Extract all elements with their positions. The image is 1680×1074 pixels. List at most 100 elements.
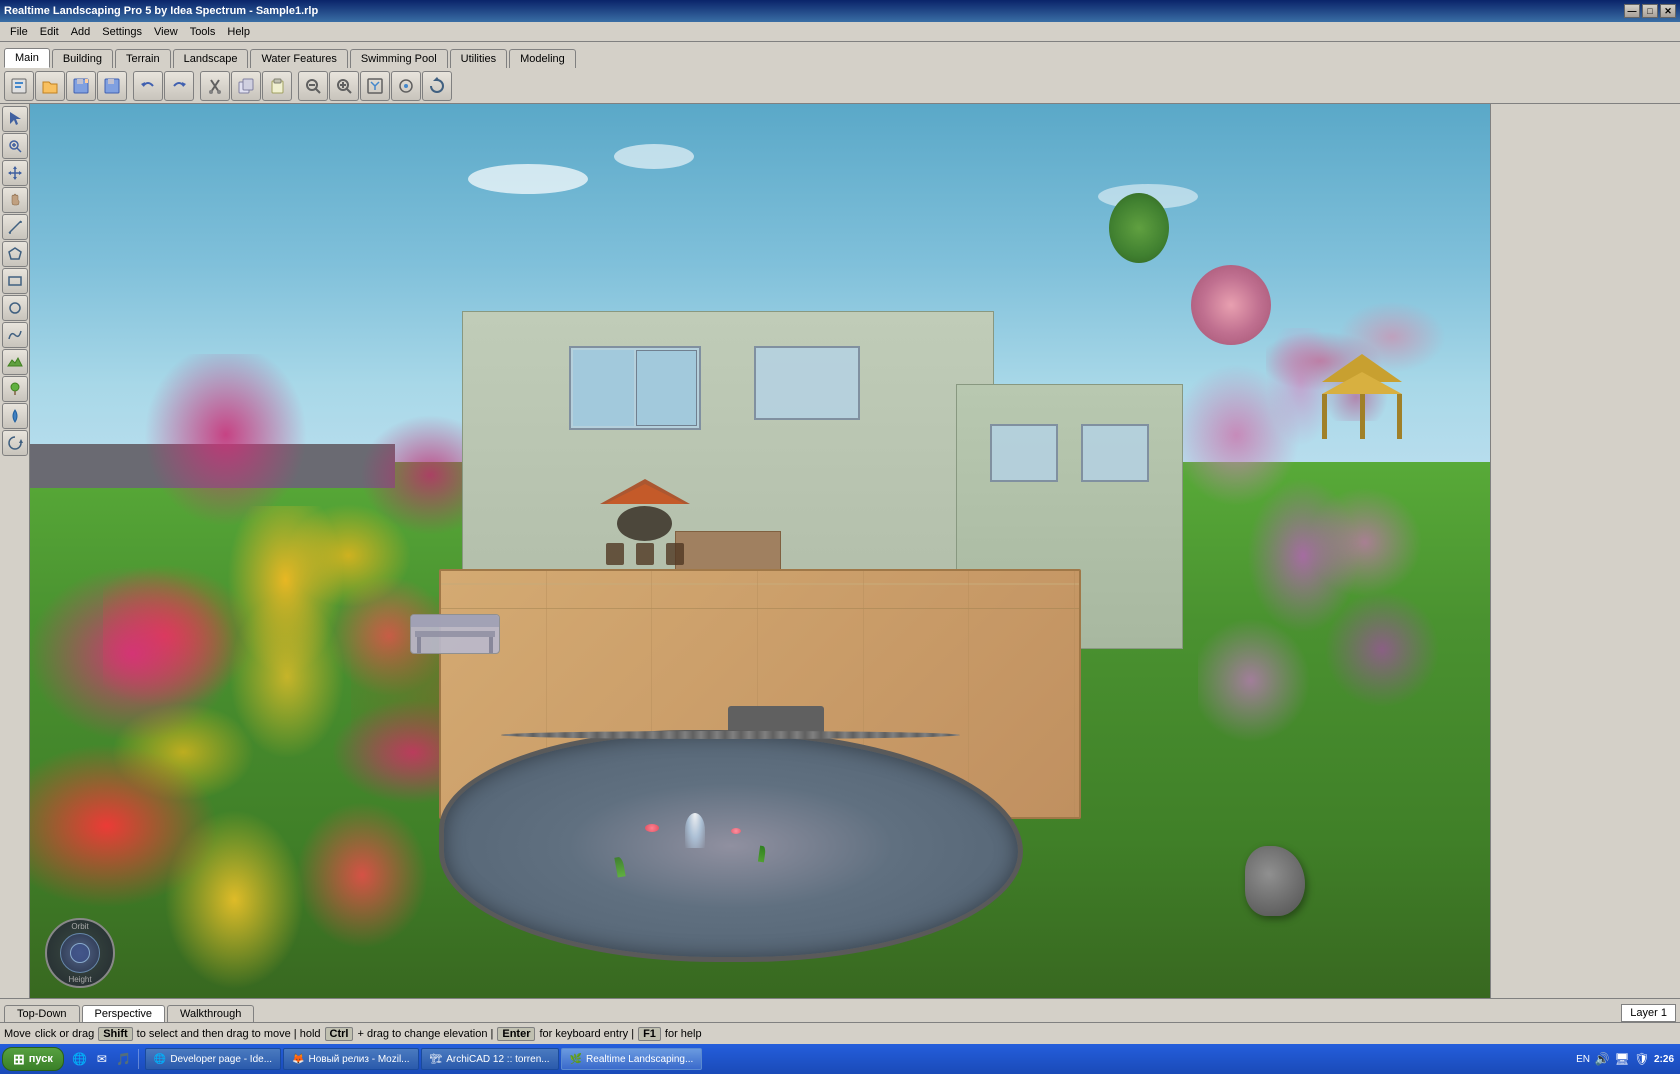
- ql-media[interactable]: 🎵: [114, 1049, 134, 1069]
- tab-swimming-pool[interactable]: Swimming Pool: [350, 49, 448, 68]
- bottom-tab-bar: Top-Down Perspective Walkthrough Layer 1: [0, 998, 1680, 1022]
- 3d-scene: Orbit Height: [30, 104, 1490, 998]
- tab-water-features[interactable]: Water Features: [250, 49, 347, 68]
- status-instruction5: for help: [665, 1028, 702, 1040]
- toolbar-save-as[interactable]: [66, 71, 96, 101]
- toolbar: [0, 68, 1680, 104]
- tab-utilities[interactable]: Utilities: [450, 49, 507, 68]
- sidebar-hand[interactable]: [2, 187, 28, 213]
- tab-top-down[interactable]: Top-Down: [4, 1005, 80, 1022]
- status-instruction3: + drag to change elevation |: [357, 1028, 493, 1040]
- sidebar-measure[interactable]: [2, 214, 28, 240]
- sidebar-reset[interactable]: [2, 430, 28, 456]
- sidebar-draw-path[interactable]: [2, 322, 28, 348]
- title-bar: Realtime Landscaping Pro 5 by Idea Spect…: [0, 0, 1680, 22]
- status-instruction2: to select and then drag to move | hold: [137, 1028, 321, 1040]
- tree-pink: [1191, 265, 1271, 345]
- menu-add[interactable]: Add: [65, 24, 97, 40]
- maximize-button[interactable]: □: [1642, 4, 1658, 18]
- tab-landscape[interactable]: Landscape: [173, 49, 249, 68]
- sidebar-water-tool[interactable]: [2, 403, 28, 429]
- tab-building[interactable]: Building: [52, 49, 113, 68]
- key-shift: Shift: [98, 1027, 132, 1041]
- taskbar-firefox[interactable]: 🦊 Новый релиз - Mozil...: [283, 1048, 418, 1070]
- taskbar-firefox-label: Новый релиз - Mozil...: [309, 1054, 410, 1065]
- tab-terrain[interactable]: Terrain: [115, 49, 171, 68]
- key-f1: F1: [638, 1027, 661, 1041]
- toolbar-zoom-fit[interactable]: [360, 71, 390, 101]
- orbit-label: Orbit: [60, 922, 100, 931]
- toolbar-zoom-out[interactable]: [298, 71, 328, 101]
- sidebar-terrain-tool[interactable]: [2, 349, 28, 375]
- sidebar-draw-poly[interactable]: [2, 241, 28, 267]
- menu-edit[interactable]: Edit: [34, 24, 65, 40]
- key-enter: Enter: [497, 1027, 535, 1041]
- taskbar-archicad-label: ArchiCAD 12 :: torren...: [446, 1054, 549, 1065]
- taskbar-realtime[interactable]: 🌿 Realtime Landscaping...: [561, 1048, 703, 1070]
- viewport[interactable]: Orbit Height: [30, 104, 1490, 998]
- height-label: Height: [60, 975, 100, 984]
- toolbar-open[interactable]: [35, 71, 65, 101]
- sidebar-draw-rect[interactable]: [2, 268, 28, 294]
- left-sidebar: [0, 104, 30, 998]
- pond: [439, 730, 1023, 962]
- menu-view[interactable]: View: [148, 24, 184, 40]
- sidebar-draw-circle[interactable]: [2, 295, 28, 321]
- menu-bar: File Edit Add Settings View Tools Help: [0, 22, 1680, 42]
- windows-taskbar: ⊞ пуск 🌐 ✉ 🎵 🌐 Developer page - Ide... 🦊…: [0, 1044, 1680, 1074]
- sidebar-pan[interactable]: [2, 160, 28, 186]
- system-tray: EN 🔊 🖥 🛡 2:26: [1576, 1051, 1678, 1067]
- status-bar: Move click or drag Shift to select and t…: [0, 1022, 1680, 1044]
- compass-display[interactable]: Orbit Height: [45, 918, 115, 988]
- navigation-compass[interactable]: Orbit Height: [45, 918, 115, 988]
- patio-furniture: [585, 479, 705, 579]
- tab-walkthrough[interactable]: Walkthrough: [167, 1005, 254, 1022]
- window-title: Realtime Landscaping Pro 5 by Idea Spect…: [4, 5, 318, 17]
- menu-settings[interactable]: Settings: [96, 24, 148, 40]
- tab-main[interactable]: Main: [4, 48, 50, 68]
- layer-indicator: Layer 1: [1621, 1004, 1676, 1022]
- taskbar-archicad[interactable]: 🏗 ArchiCAD 12 :: torren...: [421, 1048, 559, 1070]
- toolbar-new[interactable]: [4, 71, 34, 101]
- toolbar-undo[interactable]: [133, 71, 163, 101]
- start-button[interactable]: ⊞ пуск: [2, 1047, 64, 1071]
- minimize-button[interactable]: —: [1624, 4, 1640, 18]
- menu-tools[interactable]: Tools: [184, 24, 222, 40]
- tray-network[interactable]: 🖥: [1614, 1051, 1630, 1067]
- tab-bar: Main Building Terrain Landscape Water Fe…: [0, 42, 1680, 68]
- toolbar-save[interactable]: [97, 71, 127, 101]
- window-controls: — □ ✕: [1624, 4, 1676, 18]
- tab-modeling[interactable]: Modeling: [509, 49, 576, 68]
- menu-help[interactable]: Help: [221, 24, 256, 40]
- ql-ie[interactable]: 🌐: [70, 1049, 90, 1069]
- toolbar-copy[interactable]: [231, 71, 261, 101]
- status-action: Move: [4, 1028, 31, 1040]
- toolbar-paste[interactable]: [262, 71, 292, 101]
- tray-shield[interactable]: 🛡: [1634, 1051, 1650, 1067]
- sidebar-zoom[interactable]: [2, 133, 28, 159]
- quick-launch-bar: 🌐 ✉ 🎵: [66, 1049, 139, 1069]
- taskbar-realtime-label: Realtime Landscaping...: [586, 1054, 693, 1065]
- taskbar-ie-label: Developer page - Ide...: [170, 1054, 272, 1065]
- tab-perspective[interactable]: Perspective: [82, 1005, 165, 1022]
- toolbar-cut[interactable]: [200, 71, 230, 101]
- status-instruction4: for keyboard entry |: [539, 1028, 634, 1040]
- toolbar-zoom-in[interactable]: [329, 71, 359, 101]
- sidebar-plant-tool[interactable]: [2, 376, 28, 402]
- toolbar-view-options[interactable]: [391, 71, 421, 101]
- language-indicator: EN: [1576, 1054, 1590, 1065]
- taskbar-ie[interactable]: 🌐 Developer page - Ide...: [145, 1048, 281, 1070]
- ql-email[interactable]: ✉: [92, 1049, 112, 1069]
- garden-bench: [410, 614, 500, 654]
- toolbar-redo[interactable]: [164, 71, 194, 101]
- main-content: Orbit Height: [0, 104, 1680, 998]
- toolbar-refresh[interactable]: [422, 71, 452, 101]
- close-button[interactable]: ✕: [1660, 4, 1676, 18]
- start-label: пуск: [29, 1053, 53, 1065]
- right-panel: [1490, 104, 1680, 998]
- menu-file[interactable]: File: [4, 24, 34, 40]
- clock: 2:26: [1654, 1054, 1674, 1065]
- sidebar-select[interactable]: [2, 106, 28, 132]
- key-ctrl: Ctrl: [325, 1027, 354, 1041]
- tray-volume[interactable]: 🔊: [1594, 1051, 1610, 1067]
